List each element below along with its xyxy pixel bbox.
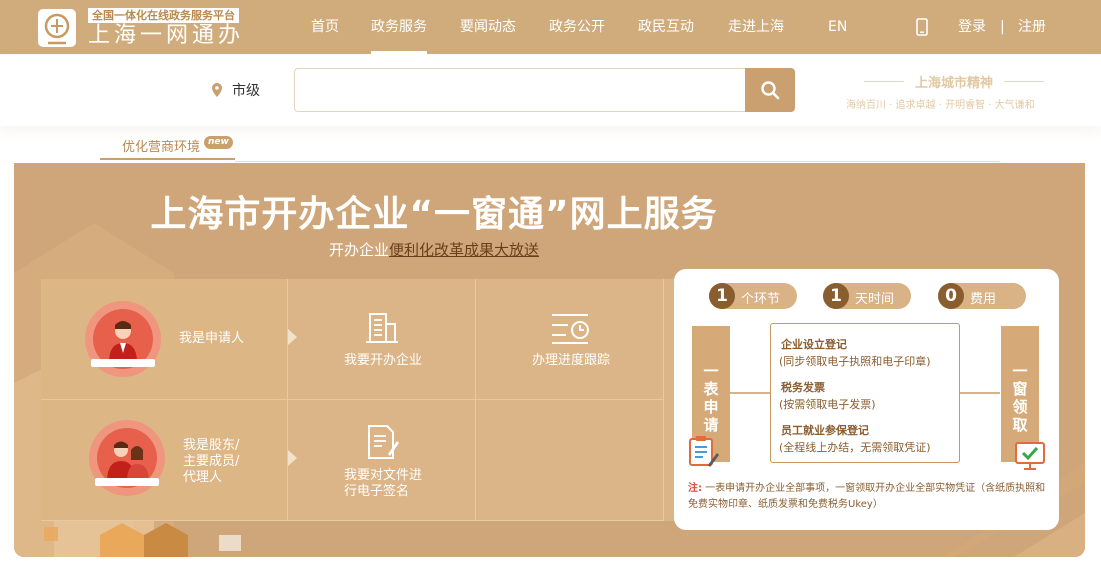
auth-divider: | xyxy=(1000,19,1005,35)
tab-divider xyxy=(235,161,1000,162)
logo-subtitle: 全国一体化在线政务服务平台 xyxy=(88,8,239,23)
step-pill-links: 1 个环节 xyxy=(709,283,797,309)
item-detail: (同步领取电子执照和电子印章) xyxy=(779,355,931,368)
mobile-icon[interactable] xyxy=(916,18,928,36)
login-link[interactable]: 登录 xyxy=(958,0,986,54)
clipboard-form-icon xyxy=(689,436,719,467)
service-grid: 我是申请人 我要开办企业 办理进度跟踪 我是股东/ 主要成员/ 代理人 我要对文… xyxy=(41,279,679,521)
service-open-business-label: 我要开办企业 xyxy=(344,353,423,368)
top-header: 全国一体化在线政务服务平台 上海一网通办 首页 政务服务 要闻动态 政务公开 政… xyxy=(0,0,1101,54)
step-pill-cost: 0 费用 xyxy=(938,283,1026,309)
shareholder-avatar xyxy=(89,420,165,496)
step-number: 0 xyxy=(938,283,964,309)
nav-gov-public[interactable]: 政务公开 xyxy=(549,0,605,54)
one-window-banner: 上海市开办企业“一窗通”网上服务 开办企业便利化改革成果大放送 我是申请人 我要… xyxy=(14,163,1085,557)
step-number: 1 xyxy=(823,283,849,309)
process-steps-box: 企业设立登记 (同步领取电子执照和电子印章) 税务发票 (按需领取电子发票) 员… xyxy=(770,323,960,463)
service-progress-tracking[interactable]: 办理进度跟踪 xyxy=(476,279,664,400)
process-note: 注: 一表申请开办企业全部事项，一窗领取开办企业全部实物凭证（含纸质执照和免费实… xyxy=(688,481,1048,513)
nav-english[interactable]: EN xyxy=(828,0,847,54)
service-e-signature-label: 我要对文件进 行电子签名 xyxy=(344,468,423,499)
city-spirit-words: 海纳百川 · 追求卓越 · 开明睿智 · 大气谦和 xyxy=(846,100,1035,111)
left-connector-lines xyxy=(730,392,770,394)
nav-home[interactable]: 首页 xyxy=(311,0,339,54)
nav-gov-services[interactable]: 政务服务 xyxy=(371,0,427,54)
step-label: 天时间 xyxy=(855,292,895,307)
applicant-avatar xyxy=(85,301,161,377)
search-bar-row: 市级 上海城市精神 海纳百川 · 追求卓越 · 开明睿智 · 大气谦和 xyxy=(0,54,1101,126)
role-applicant[interactable]: 我是申请人 xyxy=(41,279,297,400)
item-heading: 员工就业参保登记 xyxy=(781,424,869,437)
nav-interaction[interactable]: 政民互动 xyxy=(638,0,694,54)
register-link[interactable]: 注册 xyxy=(1018,0,1046,54)
item-heading: 税务发票 xyxy=(781,381,825,394)
pillar-text: 一 窗 领 取 xyxy=(1012,362,1028,434)
subtitle-prefix: 开办企业 xyxy=(328,241,389,259)
pillar-text: 一 表 申 请 xyxy=(703,362,719,434)
role-shareholder-label: 我是股东/ 主要成员/ 代理人 xyxy=(183,438,240,485)
tab-label: 优化营商环境 xyxy=(122,140,201,155)
nav-news[interactable]: 要闻动态 xyxy=(460,0,516,54)
banner-subtitle: 开办企业便利化改革成果大放送 xyxy=(14,239,854,260)
search-input[interactable] xyxy=(294,68,746,112)
step-pill-days: 1 天时间 xyxy=(823,283,911,309)
tab-business-environment[interactable]: 优化营商环境 new xyxy=(100,130,235,160)
new-badge: new xyxy=(204,136,233,149)
item-detail: (按需领取电子发票) xyxy=(779,398,876,411)
right-connector-lines xyxy=(960,392,1000,394)
step-number: 1 xyxy=(709,283,735,309)
item-detail: (全程线上办结，无需领取凭证) xyxy=(779,441,931,454)
banner-title: 上海市开办企业“一窗通”网上服务 xyxy=(150,194,718,235)
item-heading: 企业设立登记 xyxy=(781,338,847,351)
note-prefix: 注: xyxy=(688,483,702,494)
role-shareholder[interactable]: 我是股东/ 主要成员/ 代理人 xyxy=(41,400,297,521)
building-icon xyxy=(366,313,398,343)
desk-plate xyxy=(91,359,155,367)
step-label: 个环节 xyxy=(741,292,781,307)
service-e-signature[interactable]: 我要对文件进 行电子签名 xyxy=(288,400,476,521)
location-pin-icon xyxy=(212,83,222,97)
desk-plate xyxy=(95,478,159,486)
progress-clock-icon xyxy=(552,314,589,344)
role-applicant-label: 我是申请人 xyxy=(179,331,245,346)
nav-about-shanghai[interactable]: 走进上海 xyxy=(728,0,784,54)
spirit-rule-right xyxy=(1004,81,1044,82)
step-label: 费用 xyxy=(970,292,997,307)
document-sign-icon xyxy=(368,425,399,459)
logo-icon[interactable] xyxy=(38,9,76,47)
empty-service-cell xyxy=(476,400,664,521)
monitor-check-icon xyxy=(1015,442,1045,470)
subtitle-highlight-link[interactable]: 便利化改革成果大放送 xyxy=(389,241,539,259)
search-button[interactable] xyxy=(745,68,795,112)
location-selector[interactable]: 市级 xyxy=(232,80,260,100)
process-info-card: 1 个环节 1 天时间 0 费用 一 表 申 请 企业设立登记 (同步领取电子执… xyxy=(674,269,1059,530)
service-progress-label: 办理进度跟踪 xyxy=(532,353,611,368)
note-text: 一表申请开办企业全部事项，一窗领取开办企业全部实物凭证（含纸质执照和免费实物印章… xyxy=(688,483,1046,510)
logo-title[interactable]: 上海一网通办 xyxy=(88,23,244,49)
search-icon xyxy=(761,81,780,100)
service-open-business[interactable]: 我要开办企业 xyxy=(288,279,476,400)
